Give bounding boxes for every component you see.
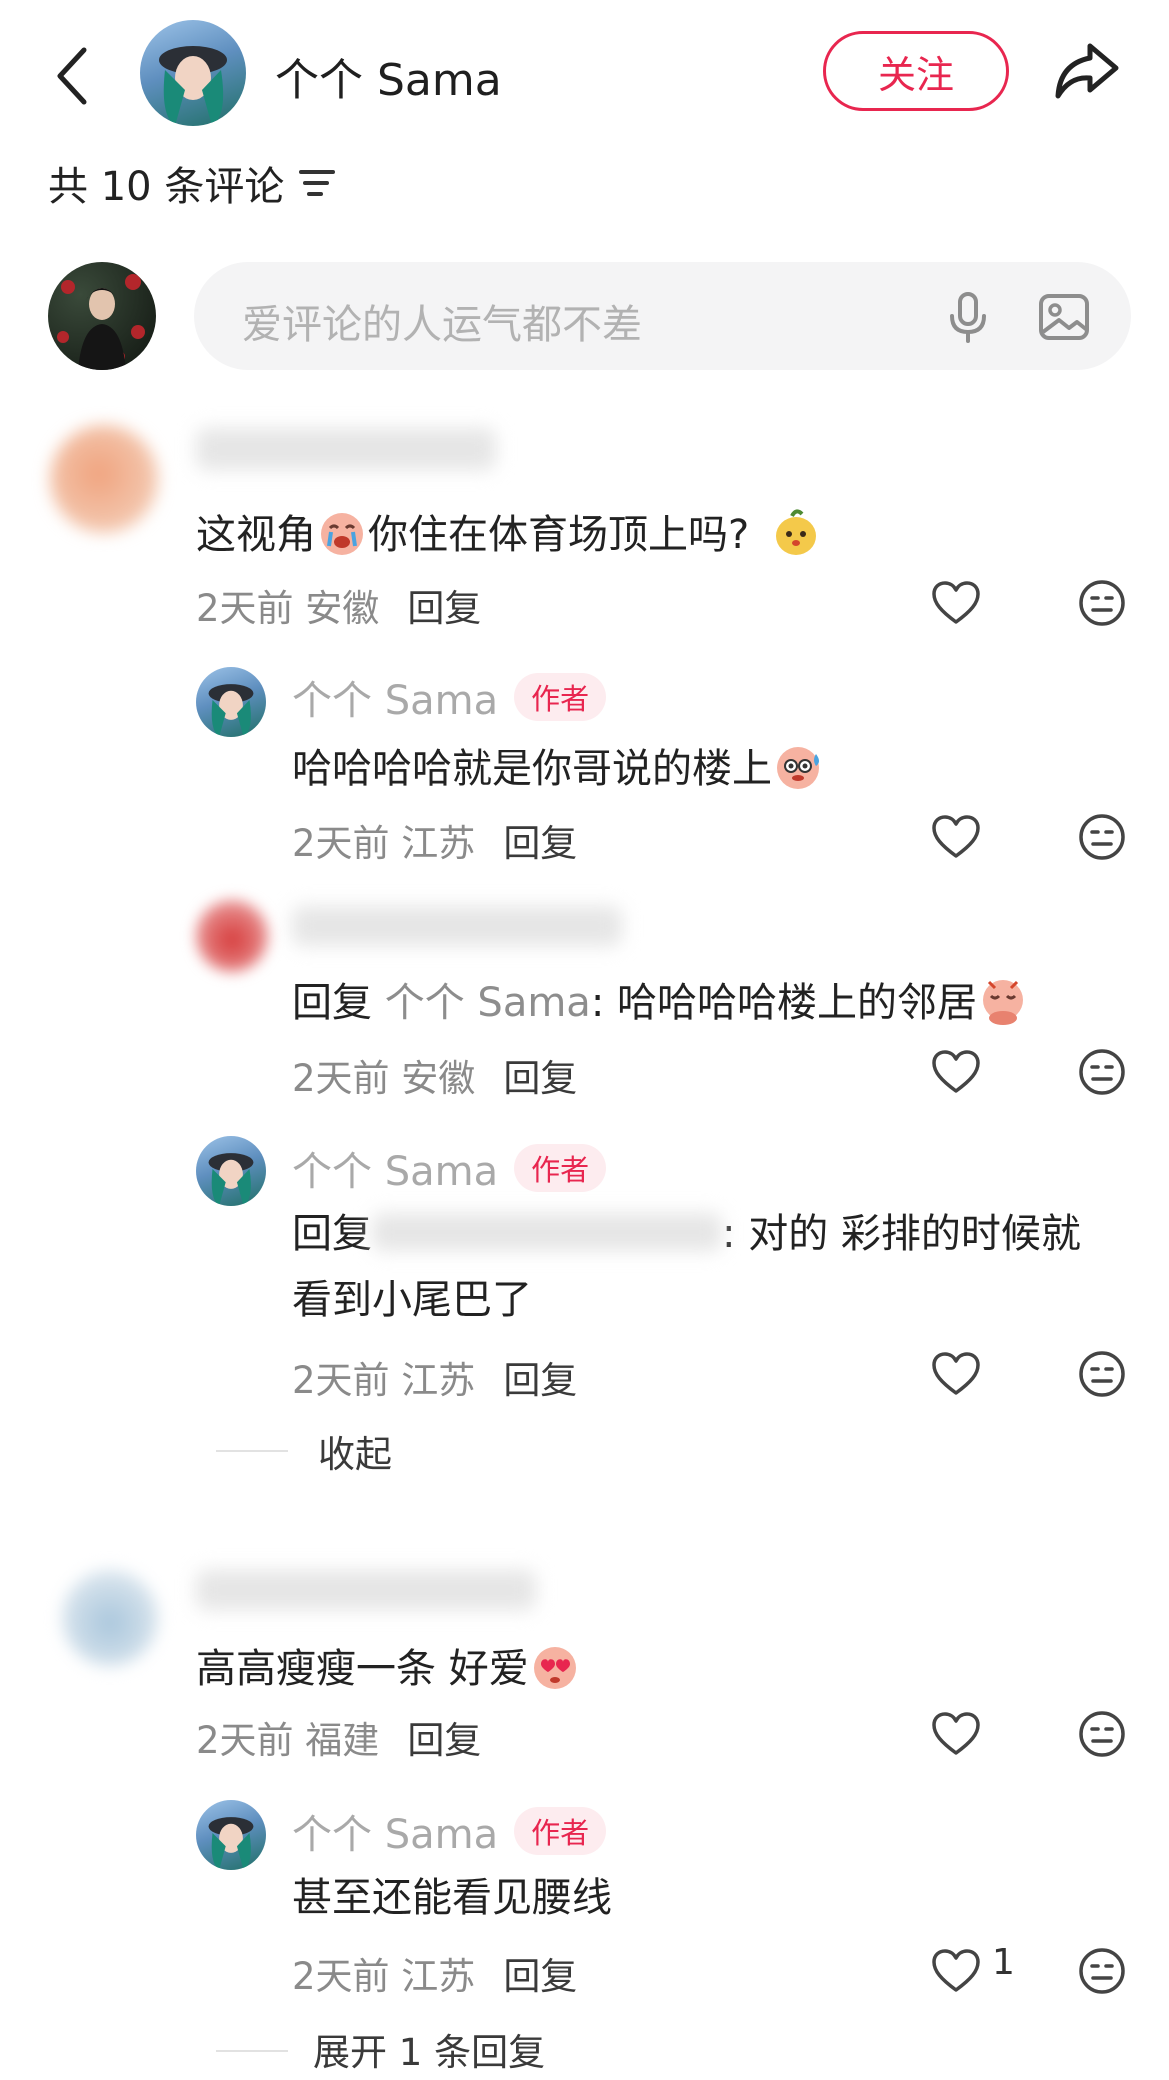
reply-button[interactable]: 回复 [407, 1719, 481, 1762]
commenter-avatar[interactable] [62, 1570, 158, 1666]
heart-icon [932, 1712, 980, 1755]
current-user-avatar [48, 262, 156, 370]
reply-author-name[interactable]: 个个 Sama 作者 [292, 1139, 607, 1197]
heart-icon [932, 1352, 980, 1395]
commenter-avatar[interactable] [50, 425, 158, 533]
heart-icon [932, 1949, 980, 1992]
reply-text: 哈哈哈哈就是你哥说的楼上 [292, 740, 824, 793]
replier-avatar[interactable] [196, 900, 268, 972]
reply-text: 甚至还能看见腰线 [292, 1875, 612, 1921]
heart-icon [932, 815, 980, 858]
share-button[interactable] [1050, 34, 1122, 106]
author-reply-avatar[interactable] [196, 667, 266, 737]
crying-emoji-icon [321, 513, 363, 555]
reply-text: 回复: 对的 彩排的时候就 [292, 1211, 1081, 1257]
author-avatar[interactable] [140, 20, 246, 126]
like-button[interactable] [930, 1709, 982, 1759]
reply-meta: 2天前 江苏 回复 [292, 1955, 578, 1998]
author-reply-avatar[interactable] [196, 1136, 266, 1206]
emoji-face-icon [1079, 1351, 1125, 1397]
reply-author-name[interactable]: 个个 Sama 作者 [292, 668, 607, 726]
image-upload-button[interactable] [1037, 290, 1091, 344]
comment-input[interactable]: 爱评论的人运气都不差 [194, 262, 1131, 370]
reaction-button[interactable] [1077, 1946, 1127, 1996]
comment-input-placeholder: 爱评论的人运气都不差 [242, 302, 642, 348]
commenter-name[interactable] [196, 428, 496, 470]
image-icon [1039, 294, 1089, 340]
reply-meta: 2天前 江苏 回复 [292, 1359, 578, 1402]
like-button[interactable] [930, 1349, 982, 1399]
reaction-button[interactable] [1077, 1349, 1127, 1399]
comment-text: 高高瘦瘦一条 好爱 [196, 1640, 581, 1693]
reply-button[interactable]: 回复 [503, 1359, 577, 1402]
emoji-face-icon [1079, 580, 1125, 626]
follow-button[interactable]: 关注 [823, 31, 1009, 111]
emoji-face-icon [1079, 1711, 1125, 1757]
mention-link[interactable] [372, 1213, 722, 1251]
heart-eyes-emoji-icon [533, 1647, 576, 1689]
nervous-pig-emoji-icon [777, 747, 819, 789]
reply-button[interactable]: 回复 [407, 587, 481, 630]
reply-text-line2: 看到小尾巴了 [292, 1277, 532, 1323]
author-reply-avatar[interactable] [196, 1800, 266, 1870]
praying-pig-emoji-icon [983, 980, 1024, 1025]
back-icon [57, 47, 87, 105]
voice-input-button[interactable] [942, 290, 994, 344]
heart-icon [932, 581, 980, 624]
reaction-button[interactable] [1077, 1709, 1127, 1759]
comment-count: 共 10 条评论 [48, 164, 285, 210]
author-badge: 作者 [514, 1807, 607, 1855]
comment-meta: 2天前 安徽 回复 [196, 587, 482, 630]
emoji-face-icon [1079, 1049, 1125, 1095]
author-name: 个个 Sama [275, 55, 502, 106]
comment-meta: 2天前 福建 回复 [196, 1719, 482, 1762]
mention-link[interactable]: 个个 Sama [385, 980, 591, 1026]
reply-author-name[interactable]: 个个 Sama 作者 [292, 1802, 607, 1860]
collapse-divider [216, 1450, 288, 1452]
reply-button[interactable]: 回复 [503, 1955, 577, 1998]
back-button[interactable] [48, 40, 98, 112]
share-icon [1055, 43, 1119, 99]
like-button[interactable] [930, 812, 982, 862]
expand-replies-button[interactable]: 展开 1 条回复 [313, 2022, 545, 2076]
emoji-face-icon [1079, 1948, 1125, 1994]
sort-icon [299, 170, 335, 196]
commenter-name[interactable] [196, 1570, 536, 1610]
sort-button[interactable] [295, 160, 339, 204]
heart-icon [932, 1050, 980, 1093]
reaction-button[interactable] [1077, 578, 1127, 628]
comment-text: 这视角 你住在体育场顶上吗? [196, 506, 822, 559]
like-button[interactable] [930, 578, 982, 628]
reply-text: 回复 个个 Sama: 哈哈哈哈楼上的邻居 [292, 974, 1029, 1027]
like-button[interactable] [930, 1047, 982, 1097]
reaction-button[interactable] [1077, 1047, 1127, 1097]
pear-emoji-icon [775, 509, 816, 555]
follow-button-label: 关注 [877, 52, 954, 97]
expand-divider [216, 2050, 288, 2052]
reply-button[interactable]: 回复 [503, 822, 577, 865]
emoji-face-icon [1079, 814, 1125, 860]
like-button[interactable] [930, 1946, 982, 1996]
replier-name[interactable] [292, 906, 622, 946]
collapse-replies-button[interactable]: 收起 [318, 1424, 392, 1478]
reply-button[interactable]: 回复 [503, 1057, 577, 1100]
author-badge: 作者 [514, 1144, 607, 1192]
reply-meta: 2天前 安徽 回复 [292, 1057, 578, 1100]
reaction-button[interactable] [1077, 812, 1127, 862]
author-badge: 作者 [514, 673, 607, 721]
like-count: 1 [992, 1942, 1015, 1983]
microphone-icon [950, 292, 986, 343]
reply-meta: 2天前 江苏 回复 [292, 822, 578, 865]
